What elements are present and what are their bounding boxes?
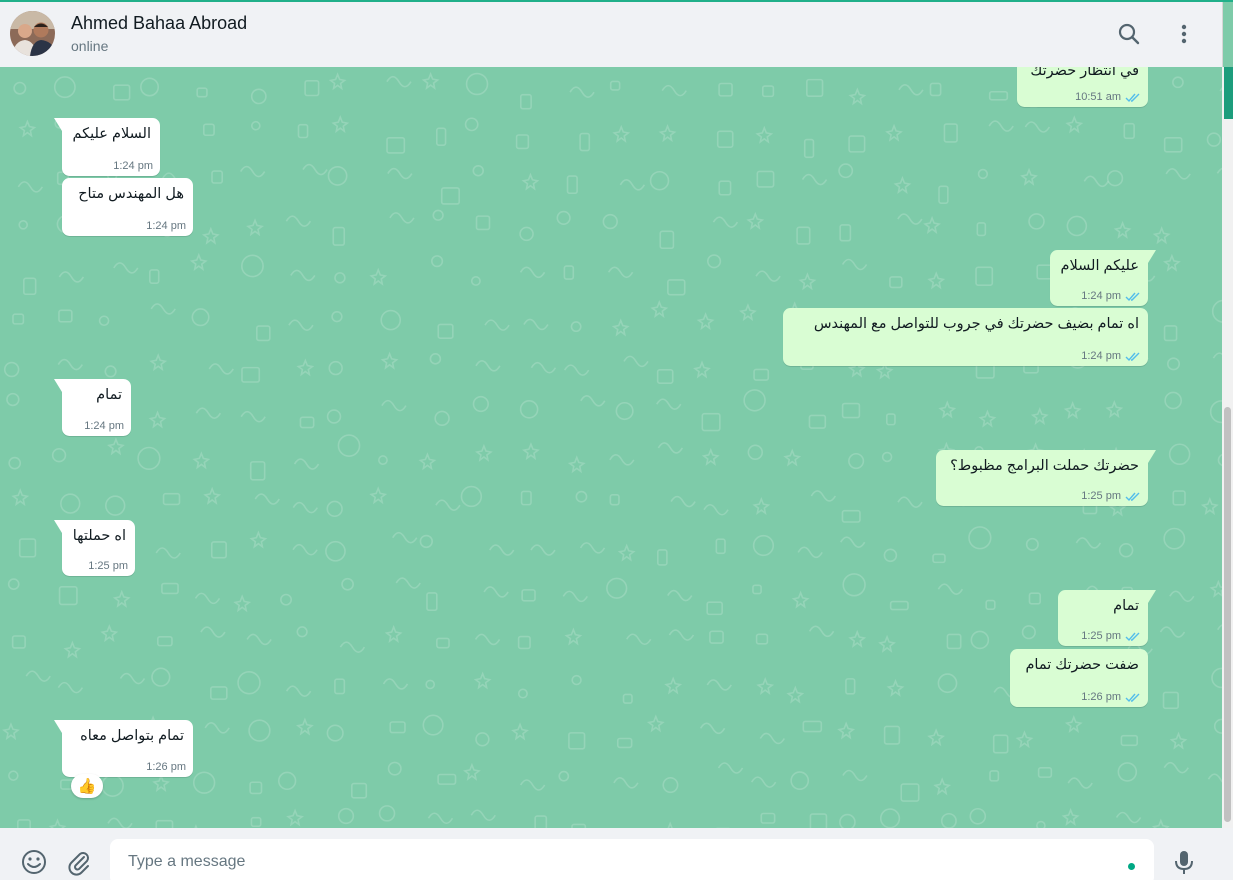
message-text: اه تمام بضيف حضرتك في جروب للتواصل مع ال… xyxy=(813,316,1139,332)
message-input[interactable] xyxy=(110,839,1154,880)
message-text: تمام xyxy=(96,387,122,403)
contact-status: online xyxy=(71,38,109,54)
contact-name[interactable]: Ahmed Bahaa Abroad xyxy=(71,13,247,34)
menu-button[interactable] xyxy=(1170,20,1198,48)
double-check-icon xyxy=(1125,93,1140,102)
message-text: السلام عليكم xyxy=(72,126,151,142)
message-meta: 1:25 pm xyxy=(1081,490,1141,502)
message-bubble-outgoing[interactable]: عليكم السلام 1:24 pm xyxy=(1050,250,1156,306)
message-bubble-outgoing[interactable]: حضرتك حملت البرامج مظبوط؟ 1:25 pm xyxy=(936,450,1156,506)
typing-indicator-dot xyxy=(1128,863,1135,870)
avatar-photo-icon xyxy=(10,11,55,56)
message-time: 1:24 pm xyxy=(146,220,186,232)
message-text: عليكم السلام xyxy=(1060,258,1139,274)
avatar[interactable] xyxy=(10,11,55,56)
message-meta: 1:26 pm xyxy=(146,761,186,773)
double-check-icon xyxy=(1125,292,1140,301)
message-meta: 1:24 pm xyxy=(1081,350,1141,362)
voice-message-button[interactable] xyxy=(1170,848,1198,876)
message-bubble-outgoing[interactable]: تمام 1:25 pm xyxy=(1058,590,1156,646)
message-time: 1:25 pm xyxy=(88,560,128,572)
message-text: ضفت حضرتك تمام xyxy=(1025,657,1139,673)
message-bubble-incoming[interactable]: اه حملتها 1:25 pm xyxy=(54,520,135,576)
message-time: 10:51 am xyxy=(1075,91,1121,103)
double-check-icon xyxy=(1125,632,1140,641)
chat-header[interactable]: Ahmed Bahaa Abroad online xyxy=(0,2,1223,67)
message-meta: 1:26 pm xyxy=(1081,691,1141,703)
message-meta: 1:24 pm xyxy=(146,220,186,232)
message-reaction[interactable]: 👍 xyxy=(71,774,103,798)
message-meta: 1:24 pm xyxy=(1081,290,1141,302)
scrollbar-thumb[interactable] xyxy=(1224,407,1231,822)
search-button[interactable] xyxy=(1115,20,1143,48)
message-meta: 1:25 pm xyxy=(1081,630,1141,642)
double-check-icon xyxy=(1125,352,1140,361)
whatsapp-window: Ahmed Bahaa Abroad online في انتظار حضرت… xyxy=(0,0,1233,880)
message-text: هل المهندس متاح xyxy=(78,186,184,202)
message-time: 1:25 pm xyxy=(1081,490,1121,502)
message-time: 1:26 pm xyxy=(146,761,186,773)
search-icon xyxy=(1118,23,1140,45)
message-meta: 1:25 pm xyxy=(88,560,128,572)
message-text: تمام xyxy=(1113,598,1139,614)
message-meta: 1:24 pm xyxy=(84,420,124,432)
message-bubble-outgoing[interactable]: اه تمام بضيف حضرتك في جروب للتواصل مع ال… xyxy=(783,308,1148,366)
message-bubble-incoming[interactable]: تمام بتواصل معاه 1:26 pm xyxy=(54,720,193,777)
message-time: 1:24 pm xyxy=(1081,290,1121,302)
message-bubble-outgoing[interactable]: في انتظار حضرتك 10:51 am xyxy=(1017,67,1148,107)
scrollbar-top-accent xyxy=(1224,67,1233,119)
message-text: اه حملتها xyxy=(72,528,126,544)
menu-icon xyxy=(1181,24,1187,44)
message-text: في انتظار حضرتك xyxy=(1030,67,1139,79)
message-time: 1:25 pm xyxy=(1081,630,1121,642)
message-time: 1:26 pm xyxy=(1081,691,1121,703)
message-time: 1:24 pm xyxy=(84,420,124,432)
message-bubble-incoming[interactable]: تمام 1:24 pm xyxy=(54,379,131,436)
message-text: تمام بتواصل معاه xyxy=(80,728,184,744)
emoji-icon xyxy=(22,850,46,874)
message-bubble-incoming[interactable]: هل المهندس متاح 1:24 pm xyxy=(62,178,193,236)
message-meta: 10:51 am xyxy=(1075,91,1141,103)
attach-icon xyxy=(68,852,89,876)
composer-bar xyxy=(0,828,1233,880)
message-time: 1:24 pm xyxy=(113,160,153,172)
mic-icon xyxy=(1175,851,1193,874)
message-time: 1:24 pm xyxy=(1081,350,1121,362)
message-text: حضرتك حملت البرامج مظبوط؟ xyxy=(950,458,1139,474)
message-meta: 1:24 pm xyxy=(113,160,153,172)
double-check-icon xyxy=(1125,693,1140,702)
attach-button[interactable] xyxy=(65,848,93,876)
emoji-button[interactable] xyxy=(20,848,48,876)
message-bubble-outgoing[interactable]: ضفت حضرتك تمام 1:26 pm xyxy=(1010,649,1148,707)
double-check-icon xyxy=(1125,492,1140,501)
message-list[interactable]: في انتظار حضرتك 10:51 am السلام عليكم 1:… xyxy=(0,67,1222,828)
message-bubble-incoming[interactable]: السلام عليكم 1:24 pm xyxy=(54,118,160,176)
